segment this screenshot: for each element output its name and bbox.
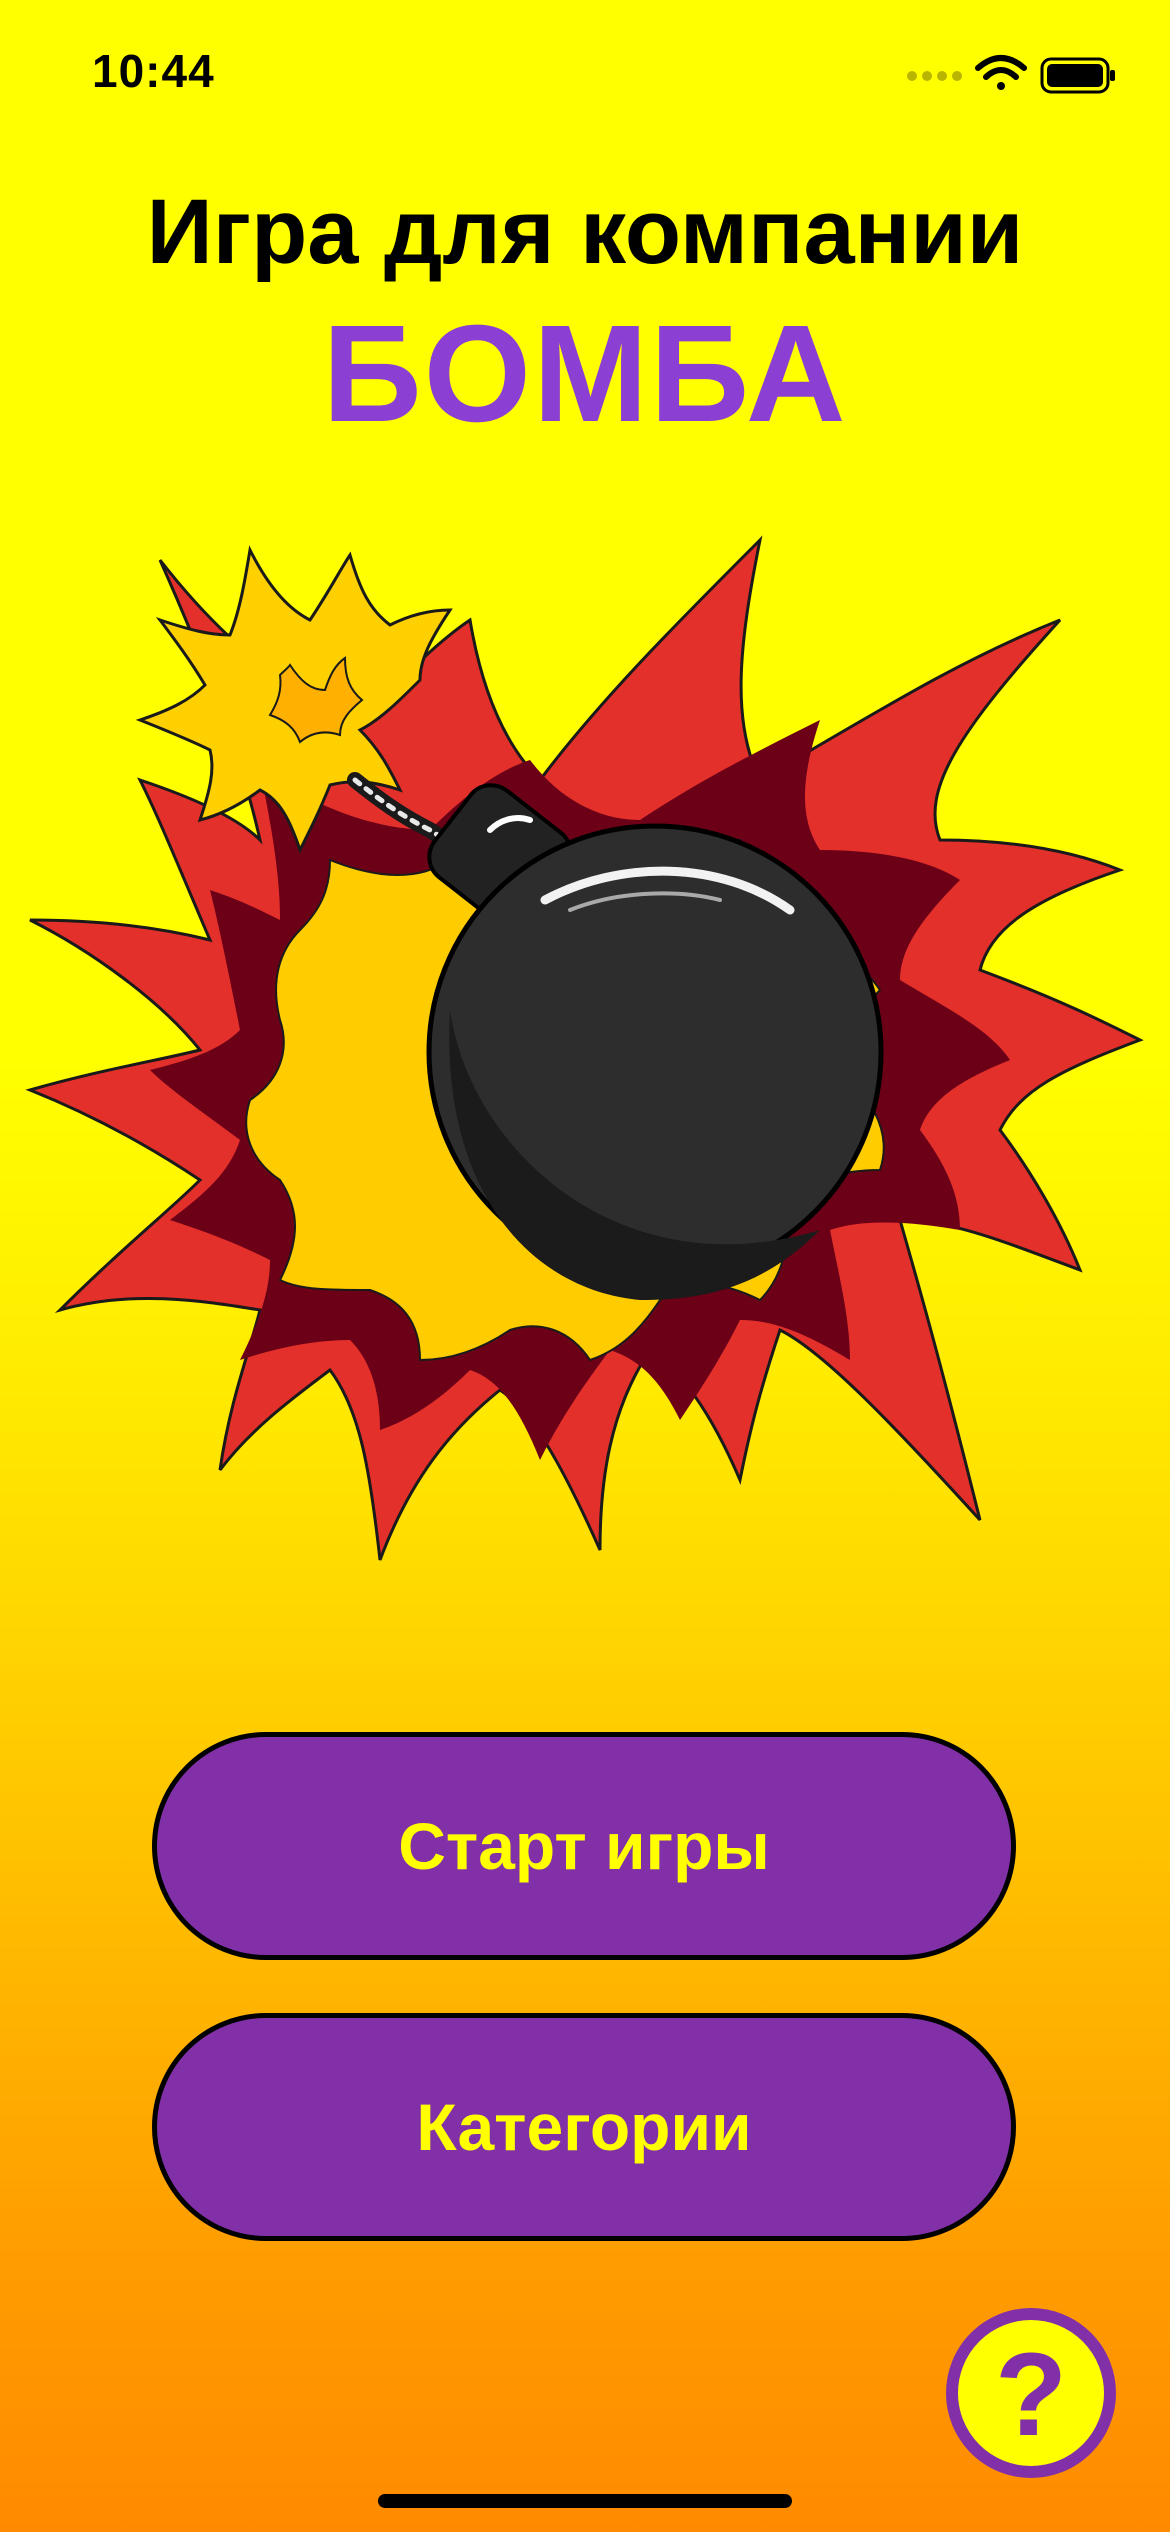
wifi-icon <box>975 55 1027 90</box>
categories-button[interactable]: Категории <box>152 2013 1016 2241</box>
app-screen: 10:44 Игра для компании БОМБА Старт игры… <box>0 0 1170 2532</box>
game-name: БОМБА <box>322 297 848 451</box>
home-indicator[interactable] <box>378 2494 792 2508</box>
bomb-explosion-illustration <box>25 535 1144 1561</box>
status-time: 10:44 <box>92 45 215 97</box>
start-game-button[interactable]: Старт игры <box>152 1732 1016 1960</box>
status-icons <box>907 55 1115 94</box>
question-mark-icon: ? <box>994 2329 1068 2461</box>
help-button[interactable]: ? <box>946 2308 1116 2478</box>
cellular-signal-icon <box>907 71 962 81</box>
page-title: Игра для компании <box>146 181 1024 283</box>
status-bar: 10:44 <box>0 0 1170 140</box>
battery-icon <box>1040 57 1115 94</box>
